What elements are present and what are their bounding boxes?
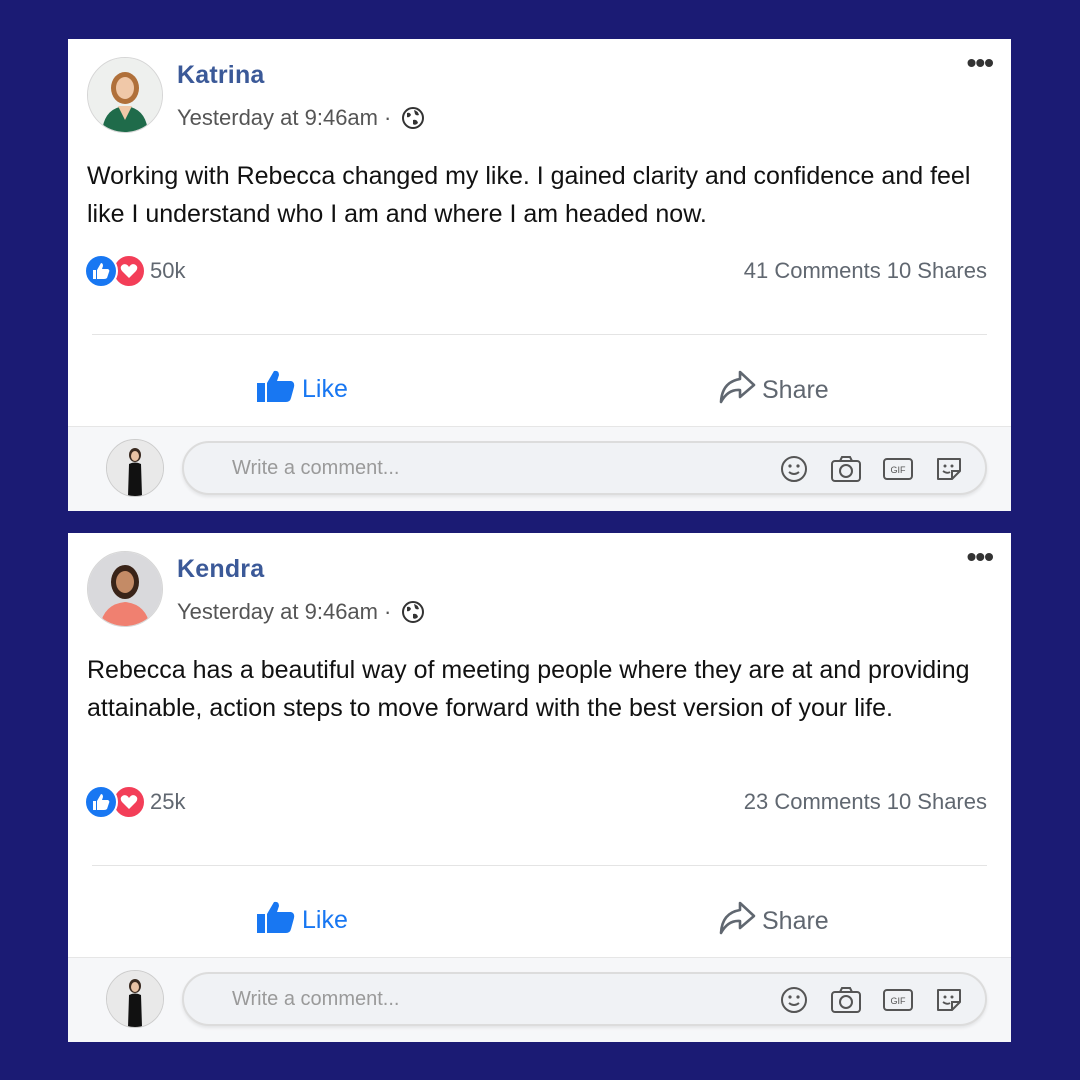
post-text: Working with Rebecca changed my like. I … <box>87 162 971 228</box>
divider <box>92 865 987 866</box>
comment-placeholder: Write a comment... <box>232 988 400 1010</box>
emoji-icon[interactable] <box>780 986 808 1014</box>
share-button[interactable]: Share <box>718 369 829 412</box>
user-avatar[interactable] <box>106 439 164 497</box>
share-label: Share <box>762 907 829 935</box>
svg-text:GIF: GIF <box>891 465 907 475</box>
post-card: Katrina Yesterday at 9:46am · ••• Workin… <box>68 39 1011 511</box>
like-reaction-icon <box>84 254 118 288</box>
like-label: Like <box>302 906 348 934</box>
like-button[interactable]: Like <box>256 369 348 410</box>
meta-separator: · <box>384 105 392 130</box>
comment-bar: Write a comment... GIF <box>68 957 1011 1042</box>
post-card: Kendra Yesterday at 9:46am · ••• Rebecca… <box>68 533 1011 1042</box>
share-arrow-icon <box>718 900 756 943</box>
meta-separator: · <box>384 599 392 624</box>
sticker-icon[interactable] <box>934 455 962 483</box>
post-meta: Yesterday at 9:46am · <box>177 105 425 131</box>
emoji-icon[interactable] <box>780 455 808 483</box>
author-name[interactable]: Kendra <box>177 555 264 584</box>
share-count[interactable]: 10 Shares <box>887 789 987 815</box>
globe-icon <box>401 600 425 624</box>
sticker-icon[interactable] <box>934 986 962 1014</box>
post-timestamp[interactable]: Yesterday at 9:46am <box>177 599 378 625</box>
gif-icon[interactable]: GIF <box>882 986 913 1014</box>
like-label: Like <box>302 375 348 403</box>
reaction-count: 25k <box>150 789 186 814</box>
engagement-stats: 23 Comments 10 Shares <box>744 789 987 815</box>
share-label: Share <box>762 376 829 404</box>
author-avatar[interactable] <box>87 551 163 627</box>
post-text: Rebecca has a beautiful way of meeting p… <box>87 656 970 722</box>
author-name[interactable]: Katrina <box>177 61 265 90</box>
comment-count[interactable]: 41 Comments <box>744 258 881 284</box>
like-reaction-icon <box>84 785 118 819</box>
comment-count[interactable]: 23 Comments <box>744 789 881 815</box>
comment-input[interactable]: Write a comment... GIF <box>182 972 987 1026</box>
gif-icon[interactable]: GIF <box>882 455 913 483</box>
globe-icon <box>401 106 425 130</box>
svg-text:GIF: GIF <box>891 996 907 1006</box>
divider <box>92 334 987 335</box>
comment-bar: Write a comment... GIF <box>68 426 1011 511</box>
reaction-summary[interactable]: 25k <box>84 785 185 819</box>
thumbs-up-icon <box>256 369 296 410</box>
engagement-stats: 41 Comments 10 Shares <box>744 258 987 284</box>
reaction-count: 50k <box>150 258 186 283</box>
camera-icon[interactable] <box>830 455 861 483</box>
share-button[interactable]: Share <box>718 900 829 943</box>
share-count[interactable]: 10 Shares <box>887 258 987 284</box>
author-avatar[interactable] <box>87 57 163 133</box>
comment-input[interactable]: Write a comment... GIF <box>182 441 987 495</box>
post-timestamp[interactable]: Yesterday at 9:46am <box>177 105 378 131</box>
thumbs-up-icon <box>256 900 296 941</box>
post-meta: Yesterday at 9:46am · <box>177 599 425 625</box>
like-button[interactable]: Like <box>256 900 348 941</box>
more-options-icon[interactable]: ••• <box>967 543 994 571</box>
share-arrow-icon <box>718 369 756 412</box>
comment-placeholder: Write a comment... <box>232 457 400 479</box>
user-avatar[interactable] <box>106 970 164 1028</box>
more-options-icon[interactable]: ••• <box>967 49 994 77</box>
reaction-summary[interactable]: 50k <box>84 254 185 288</box>
camera-icon[interactable] <box>830 986 861 1014</box>
